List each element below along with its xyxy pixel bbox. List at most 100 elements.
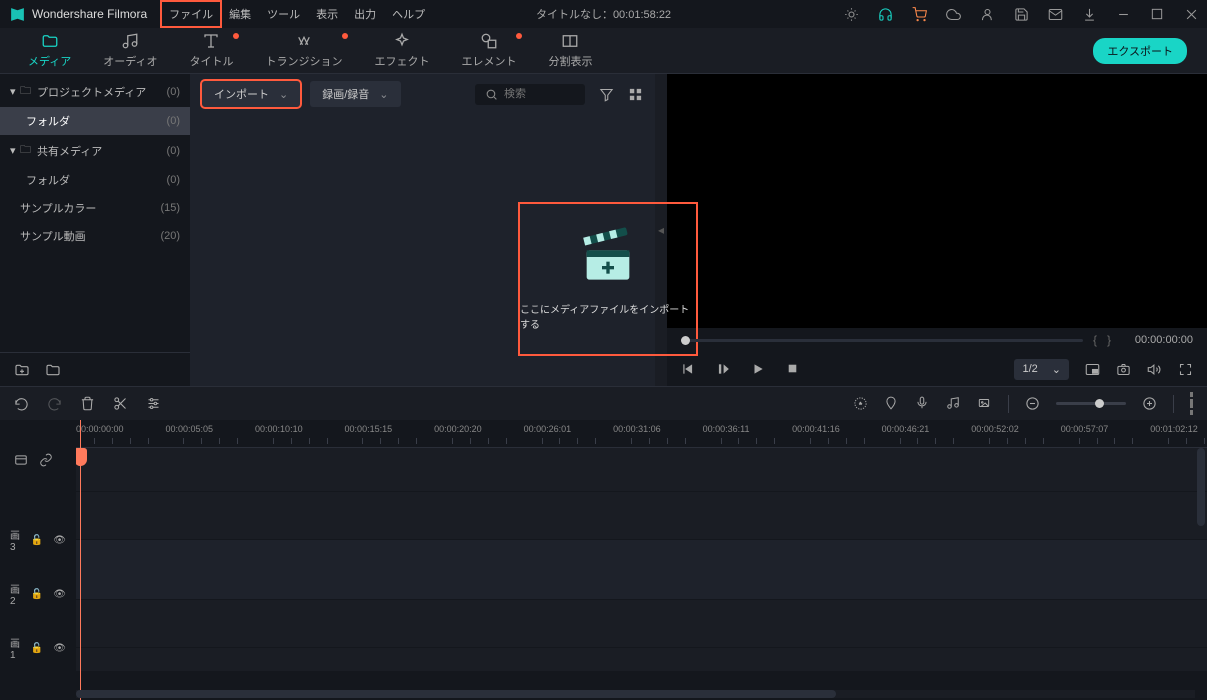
timeline-ruler[interactable]: 00:00:00:0000:00:05:0500:00:10:1000:00:1… [76,420,1207,448]
menu-file[interactable]: ファイル [161,1,221,27]
cart-icon[interactable] [911,6,927,22]
redo-icon[interactable] [47,396,62,411]
pip-icon[interactable] [1085,362,1100,377]
support-icon[interactable] [877,6,893,22]
timeline-view-icon[interactable] [1190,392,1193,415]
maximize-icon[interactable] [1149,6,1165,22]
preview-quality-select[interactable]: 1/2⌄ [1014,359,1069,380]
shapes-icon [480,32,498,50]
menu-edit[interactable]: 編集 [221,1,259,27]
clapperboard-icon [572,227,644,287]
app-logo [8,5,26,23]
media-sidebar: ▾🗀プロジェクトメディア(0) フォルダ(0) ▾🗀共有メディア(0) フォルダ… [0,74,190,386]
mark-out-icon[interactable]: } [1107,333,1111,347]
import-dropdown[interactable]: インポート⌄ [202,81,300,107]
track-header[interactable]: 画1🔓👁 [0,624,76,672]
export-button[interactable]: エクスポート [1093,38,1187,64]
sparkle-icon [393,32,411,50]
lock-icon[interactable]: 🔓 [31,535,43,546]
download-icon[interactable] [1081,6,1097,22]
render-icon[interactable] [853,396,868,411]
zoom-slider[interactable] [1056,402,1126,405]
minimize-icon[interactable] [1115,6,1131,22]
eye-icon[interactable]: 👁 [53,643,66,654]
music-icon [121,32,139,50]
preview-scrubber[interactable] [681,339,1083,342]
eye-icon[interactable]: 👁 [53,589,66,600]
track-header[interactable]: 画3🔓👁 [0,516,76,564]
title-actions [843,6,1199,22]
transition-icon [295,32,313,50]
tab-titles[interactable]: タイトル [173,28,249,73]
lock-icon[interactable]: 🔓 [31,643,43,654]
search-icon [485,88,498,101]
timeline-tracks[interactable]: 00:00:00:0000:00:05:0500:00:10:1000:00:1… [76,420,1207,700]
sidebar-item-sample-video[interactable]: サンプル動画(20) [0,222,190,250]
stop-icon[interactable] [786,362,801,377]
delete-icon[interactable] [80,396,95,411]
settings-icon[interactable] [146,396,161,411]
zoom-in-icon[interactable] [1142,396,1157,411]
tab-transitions[interactable]: トランジション [249,28,358,73]
undo-icon[interactable] [14,396,29,411]
search-input[interactable] [475,84,585,105]
new-folder-icon[interactable] [45,362,60,377]
preview-timecode: 00:00:00:00 [1121,334,1193,346]
zoom-out-icon[interactable] [1025,396,1040,411]
audio-mixer-icon[interactable] [946,396,961,411]
tab-effects[interactable]: エフェクト [358,28,445,73]
sidebar-item-project-media[interactable]: ▾🗀プロジェクトメディア(0) [0,76,190,107]
volume-icon[interactable] [1147,362,1162,377]
tab-audio[interactable]: オーディオ [87,28,173,73]
crop-icon[interactable] [977,396,992,411]
sidebar-item-folder[interactable]: フォルダ(0) [0,107,190,135]
sidebar-item-folder[interactable]: フォルダ(0) [0,166,190,194]
prev-frame-icon[interactable] [681,362,696,377]
cut-icon[interactable] [113,396,128,411]
mail-icon[interactable] [1047,6,1063,22]
cloud-icon[interactable] [945,6,961,22]
timeline-toolbar [0,386,1207,420]
import-dropzone[interactable]: ここにメディアファイルをインポートする [520,204,696,354]
grid-view-icon[interactable] [628,87,643,102]
close-icon[interactable] [1183,6,1199,22]
menu-tools[interactable]: ツール [259,1,308,27]
sidebar-item-shared-media[interactable]: ▾🗀共有メディア(0) [0,135,190,166]
save-icon[interactable] [1013,6,1029,22]
marker-icon[interactable] [884,396,899,411]
timeline-v-scrollbar[interactable] [1197,448,1205,688]
filter-icon[interactable] [599,87,614,102]
timeline-lock-icon[interactable] [14,453,29,468]
fullscreen-icon[interactable] [1178,362,1193,377]
tab-splitscreen[interactable]: 分割表示 [532,28,608,73]
app-name: Wondershare Filmora [32,7,147,21]
folder-icon [41,32,59,50]
preview-video[interactable] [667,74,1207,328]
menu-view[interactable]: 表示 [308,1,346,27]
brightness-icon[interactable] [843,6,859,22]
record-dropdown[interactable]: 録画/録音⌄ [310,81,400,107]
chevron-down-icon: ⌄ [279,88,288,101]
chevron-down-icon: ⌄ [1052,363,1061,376]
lock-icon[interactable]: 🔓 [31,589,43,600]
track-header[interactable]: 画2🔓👁 [0,564,76,624]
playhead[interactable] [80,420,81,700]
add-folder-icon[interactable] [14,362,29,377]
menu-output[interactable]: 出力 [346,1,384,27]
mark-in-icon[interactable]: { [1093,333,1097,347]
play-icon[interactable] [751,362,766,377]
menu-help[interactable]: ヘルプ [384,1,433,27]
preview-panel: { } 00:00:00:00 1/2⌄ [667,74,1207,386]
eye-icon[interactable]: 👁 [53,535,66,546]
timeline: 画3🔓👁 画2🔓👁 画1🔓👁 00:00:00:0000:00:05:0500:… [0,420,1207,700]
sidebar-item-sample-color[interactable]: サンプルカラー(15) [0,194,190,222]
account-icon[interactable] [979,6,995,22]
play-pause-icon[interactable] [716,362,731,377]
snapshot-icon[interactable] [1116,362,1131,377]
tab-elements[interactable]: エレメント [445,28,532,73]
tab-media[interactable]: メディア [12,28,87,73]
link-toggle-icon[interactable] [39,453,54,468]
tool-tabs: メディア オーディオ タイトル トランジション エフェクト エレメント 分割表示… [0,28,1207,74]
timeline-h-scrollbar[interactable] [76,690,1195,698]
voiceover-icon[interactable] [915,396,930,411]
